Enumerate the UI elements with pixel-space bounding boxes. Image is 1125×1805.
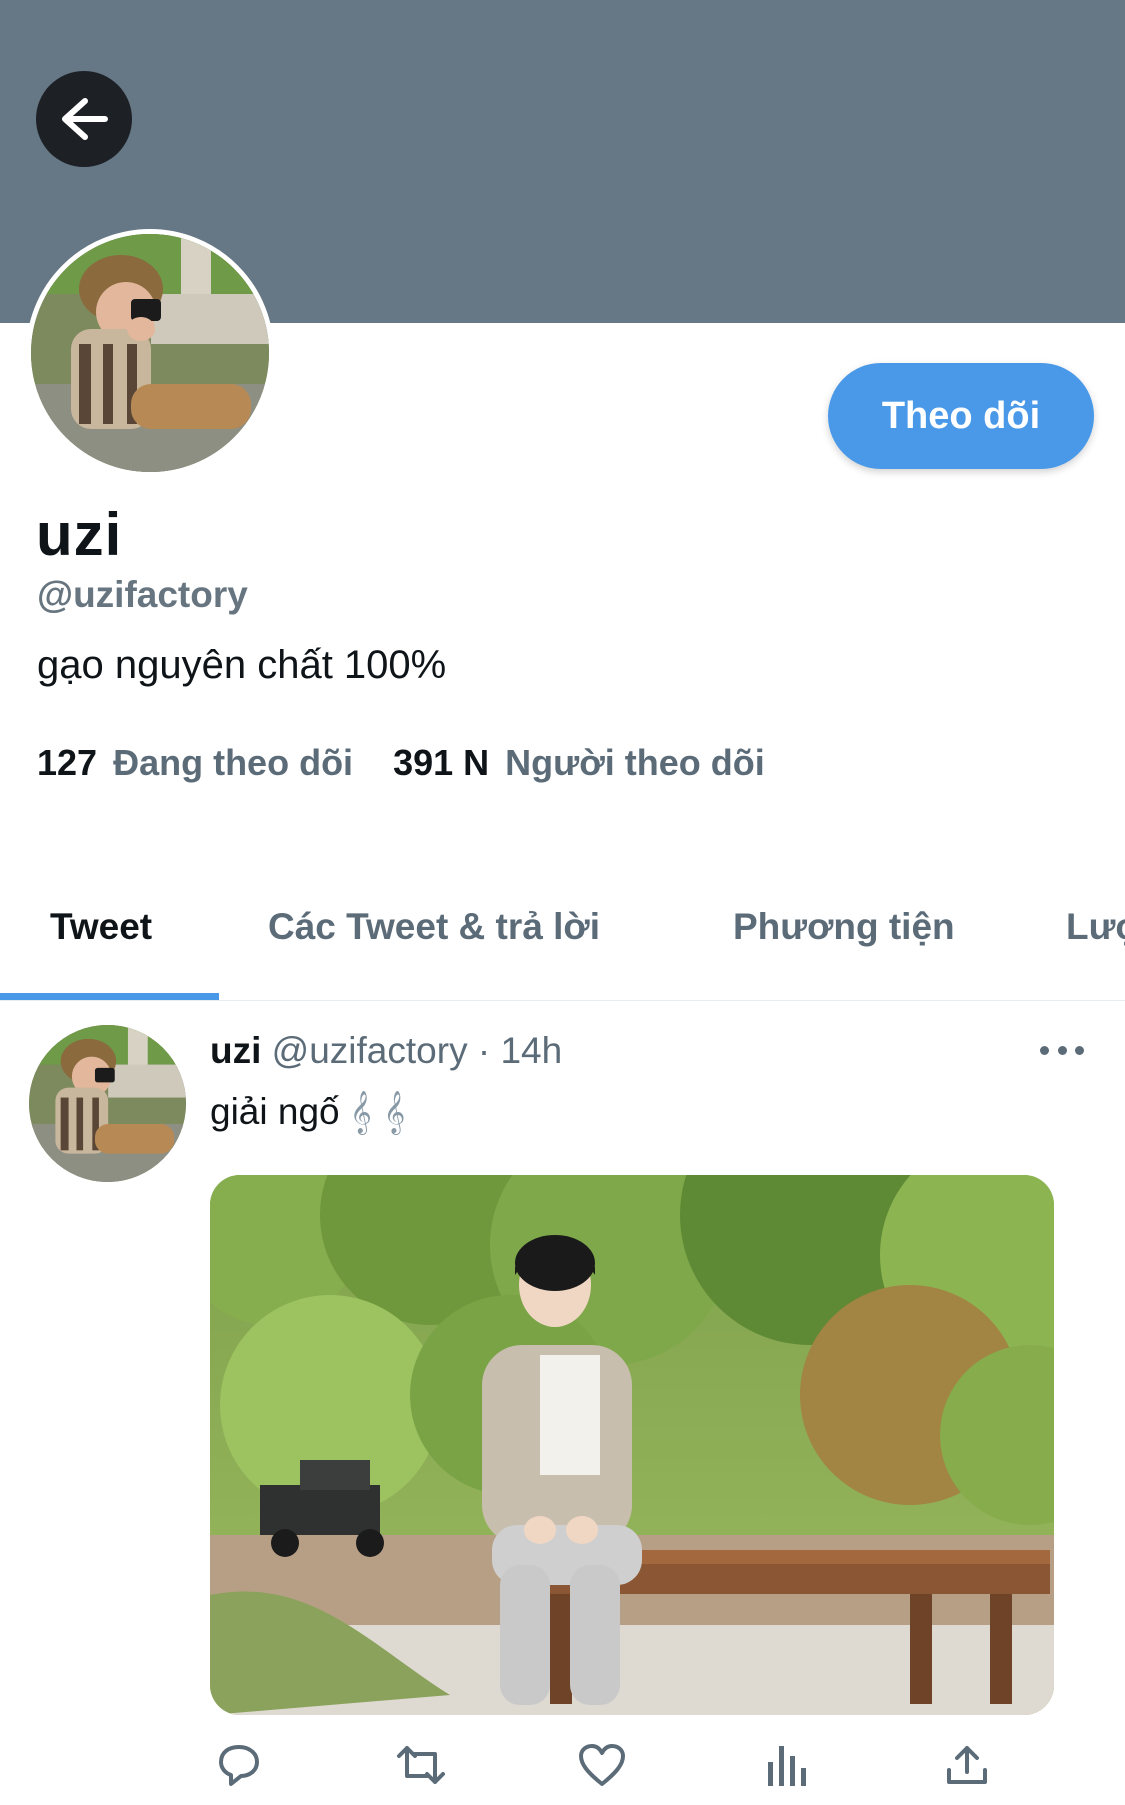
tweet-actions: [0, 1735, 1125, 1795]
music-note-emoji: 𝄞 𝄞: [349, 1090, 406, 1133]
profile-handle: @uzifactory: [37, 574, 248, 615]
analytics-icon[interactable]: [756, 1735, 816, 1795]
tweet-header: uzi @uzifactory · 14h: [210, 1030, 562, 1072]
follow-button[interactable]: Theo dõi: [828, 363, 1094, 469]
following-count[interactable]: 127: [37, 742, 97, 784]
tweet-text: giải ngố 𝄞 𝄞: [210, 1090, 405, 1134]
followers-label[interactable]: Người theo dõi: [505, 742, 765, 784]
following-label[interactable]: Đang theo dõi: [113, 742, 353, 784]
retweet-icon[interactable]: [391, 1735, 451, 1795]
more-options-icon[interactable]: [1040, 1038, 1084, 1062]
profile-display-name: uzi: [36, 501, 123, 568]
tweet-body: giải ngố: [210, 1091, 340, 1132]
tweet-author-name[interactable]: uzi: [210, 1030, 261, 1071]
arrow-left-icon: [62, 98, 108, 140]
tweet-author-handle[interactable]: @uzifactory: [272, 1030, 468, 1071]
tab-tweets[interactable]: Tweet: [50, 906, 152, 948]
followers-count[interactable]: 391 N: [393, 742, 489, 784]
like-icon[interactable]: [572, 1735, 632, 1795]
share-icon[interactable]: [937, 1735, 997, 1795]
tab-likes[interactable]: Lượt thích: [1066, 906, 1125, 948]
back-button[interactable]: [36, 71, 132, 167]
tweet-separator: ·: [467, 1030, 501, 1071]
profile-avatar[interactable]: [26, 229, 274, 477]
profile-bio: gạo nguyên chất 100%: [37, 643, 447, 687]
tab-media[interactable]: Phương tiện: [733, 906, 955, 948]
tweet-photo[interactable]: [210, 1175, 1054, 1715]
tabs-divider: [0, 1000, 1125, 1001]
tweet-author-avatar[interactable]: [29, 1025, 186, 1182]
reply-icon[interactable]: [207, 1735, 267, 1795]
tab-tweets-and-replies[interactable]: Các Tweet & trả lời: [268, 906, 600, 948]
profile-tabs: Tweet Các Tweet & trả lời Phương tiện Lư…: [0, 880, 1125, 1000]
tweet-time[interactable]: 14h: [500, 1030, 562, 1071]
profile-stats: 127 Đang theo dõi 391 N Người theo dõi: [37, 742, 765, 784]
active-tab-indicator: [0, 993, 219, 1000]
